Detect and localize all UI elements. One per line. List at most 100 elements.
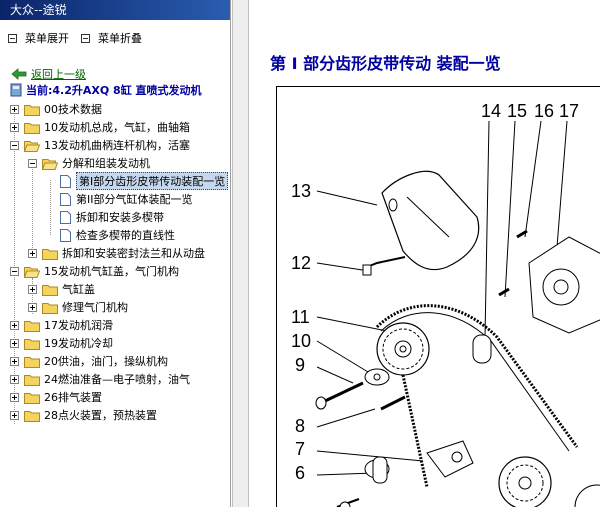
tree-item[interactable]: 28点火装置，预热装置 xyxy=(10,406,157,424)
document-icon xyxy=(60,210,71,224)
tree-item-label: 修理气门机构 xyxy=(62,301,128,314)
expand-menu-button[interactable]: 菜单展开 xyxy=(8,30,69,46)
tree-item[interactable]: 10发动机总成，气缸，曲轴箱 xyxy=(10,118,190,136)
folder-icon xyxy=(24,392,40,404)
callout-11: 11 xyxy=(291,307,310,327)
open-folder-icon xyxy=(42,158,58,170)
tree-item[interactable]: 20供油，油门，操纵机构 xyxy=(10,352,168,370)
collapse-menu-label: 菜单折叠 xyxy=(98,32,142,45)
tree-item-label: 24燃油准备—电子喷射，油气 xyxy=(44,373,190,386)
folder-icon xyxy=(24,356,40,368)
collapse-toggle-icon[interactable] xyxy=(28,158,37,168)
callout-8: 8 xyxy=(295,416,305,436)
tree-item[interactable]: 15发动机气缸盖，气门机构 xyxy=(10,262,179,280)
expand-toggle-icon[interactable] xyxy=(10,410,19,420)
tree-item-label: 第I部分齿形皮带传动装配一览 xyxy=(76,172,229,190)
expand-toggle-icon[interactable] xyxy=(10,356,19,366)
back-row[interactable]: 返回上一级 xyxy=(11,66,86,82)
collapse-menu-button[interactable]: 菜单折叠 xyxy=(81,30,142,46)
tree-item[interactable]: 检查多楔带的直线性 xyxy=(60,226,175,244)
folder-icon xyxy=(42,302,58,314)
tree-item-selected[interactable]: 第I部分齿形皮带传动装配一览 xyxy=(60,172,229,190)
collapse-icon xyxy=(81,33,90,43)
callout-16: 16 xyxy=(534,101,554,121)
tree-item[interactable]: 13发动机曲柄连杆机构，活塞 xyxy=(10,136,190,154)
expand-toggle-icon[interactable] xyxy=(28,284,37,294)
current-location-label: 当前:4.2升AXQ 8缸 直喷式发动机 xyxy=(26,84,202,97)
tree-item-label: 28点火装置，预热装置 xyxy=(44,409,157,422)
tree-item-label: 第II部分气缸体装配一览 xyxy=(76,193,193,206)
callout-15: 15 xyxy=(507,101,527,121)
expand-toggle-icon[interactable] xyxy=(10,374,19,384)
folder-icon xyxy=(24,374,40,386)
back-link[interactable]: 返回上一级 xyxy=(31,66,86,82)
page-title: 第 I 部分齿形皮带传动 装配一览 xyxy=(270,54,501,73)
pane-title: 大众--途锐 xyxy=(0,0,230,20)
tree-item[interactable]: 气缸盖 xyxy=(28,280,95,298)
tree-item[interactable]: 分解和组装发动机 xyxy=(28,154,150,172)
tree-item[interactable]: 26排气装置 xyxy=(10,388,102,406)
tree-item-label: 15发动机气缸盖，气门机构 xyxy=(44,265,179,278)
engine-book-icon xyxy=(10,83,22,97)
folder-icon xyxy=(24,410,40,422)
tree-item[interactable]: 00技术数据 xyxy=(10,100,102,118)
callout-14: 14 xyxy=(481,101,501,121)
tree-item[interactable]: 第II部分气缸体装配一览 xyxy=(60,190,193,208)
tree-item-label: 17发动机润滑 xyxy=(44,319,113,332)
expand-toggle-icon[interactable] xyxy=(10,392,19,402)
folder-icon xyxy=(24,122,40,134)
callout-12: 12 xyxy=(291,253,311,273)
expand-toggle-icon[interactable] xyxy=(10,320,19,330)
tree-item-label: 拆卸和安装密封法兰和从动盘 xyxy=(62,247,205,260)
document-icon xyxy=(60,192,71,206)
tree-item[interactable]: 修理气门机构 xyxy=(28,298,128,316)
document-icon xyxy=(60,228,71,242)
tree-item-label: 拆卸和安装多楔带 xyxy=(76,211,164,224)
tree-item[interactable]: 19发动机冷却 xyxy=(10,334,113,352)
tree-item[interactable]: 24燃油准备—电子喷射，油气 xyxy=(10,370,190,388)
navigation-pane: 大众--途锐 菜单展开 菜单折叠 返回上一级 当前:4.2升AXQ 8缸 直喷式… xyxy=(0,0,231,507)
tree-item[interactable]: 17发动机润滑 xyxy=(10,316,113,334)
tree-item-label: 分解和组装发动机 xyxy=(62,157,150,170)
folder-icon xyxy=(24,320,40,332)
current-location: 当前:4.2升AXQ 8缸 直喷式发动机 xyxy=(10,82,202,98)
tree-item[interactable]: 拆卸和安装多楔带 xyxy=(60,208,164,226)
open-folder-icon xyxy=(24,140,40,152)
menu-toolbar: 菜单展开 菜单折叠 xyxy=(8,30,154,46)
callout-6: 6 xyxy=(295,463,305,483)
collapse-toggle-icon[interactable] xyxy=(10,140,19,150)
timing-belt-diagram: 14 15 16 17 13 12 11 10 9 8 7 6 xyxy=(291,101,600,507)
open-folder-icon xyxy=(24,266,40,278)
tree-item-label: 20供油，油门，操纵机构 xyxy=(44,355,168,368)
folder-icon xyxy=(24,104,40,116)
expand-menu-label: 菜单展开 xyxy=(25,32,69,45)
assembly-diagram: 14 15 16 17 13 12 11 10 9 8 7 6 xyxy=(276,86,600,507)
folder-icon xyxy=(42,248,58,260)
tree-item-label: 19发动机冷却 xyxy=(44,337,113,350)
callout-7: 7 xyxy=(295,439,305,459)
folder-icon xyxy=(24,338,40,350)
tree-item-label: 检查多楔带的直线性 xyxy=(76,229,175,242)
tree-item-label: 13发动机曲柄连杆机构，活塞 xyxy=(44,139,190,152)
expand-toggle-icon[interactable] xyxy=(10,122,19,132)
callout-10: 10 xyxy=(291,331,311,351)
folder-icon xyxy=(42,284,58,296)
callout-9: 9 xyxy=(295,355,305,375)
callout-13: 13 xyxy=(291,181,311,201)
expand-toggle-icon[interactable] xyxy=(10,104,19,114)
expand-icon xyxy=(8,33,17,43)
pane-splitter-scrollbar[interactable] xyxy=(232,0,249,507)
tree-item[interactable]: 拆卸和安装密封法兰和从动盘 xyxy=(28,244,205,262)
tree-item-label: 00技术数据 xyxy=(44,103,102,116)
expand-toggle-icon[interactable] xyxy=(10,338,19,348)
callout-17: 17 xyxy=(559,101,579,121)
document-icon xyxy=(60,174,71,188)
expand-toggle-icon[interactable] xyxy=(28,248,37,258)
app-window: 大众--途锐 菜单展开 菜单折叠 返回上一级 当前:4.2升AXQ 8缸 直喷式… xyxy=(0,0,600,507)
tree-item-label: 气缸盖 xyxy=(62,283,95,296)
expand-toggle-icon[interactable] xyxy=(28,302,37,312)
tree-item-label: 26排气装置 xyxy=(44,391,102,404)
tree-item-label: 10发动机总成，气缸，曲轴箱 xyxy=(44,121,190,134)
collapse-toggle-icon[interactable] xyxy=(10,266,19,276)
back-arrow-icon xyxy=(11,68,27,80)
